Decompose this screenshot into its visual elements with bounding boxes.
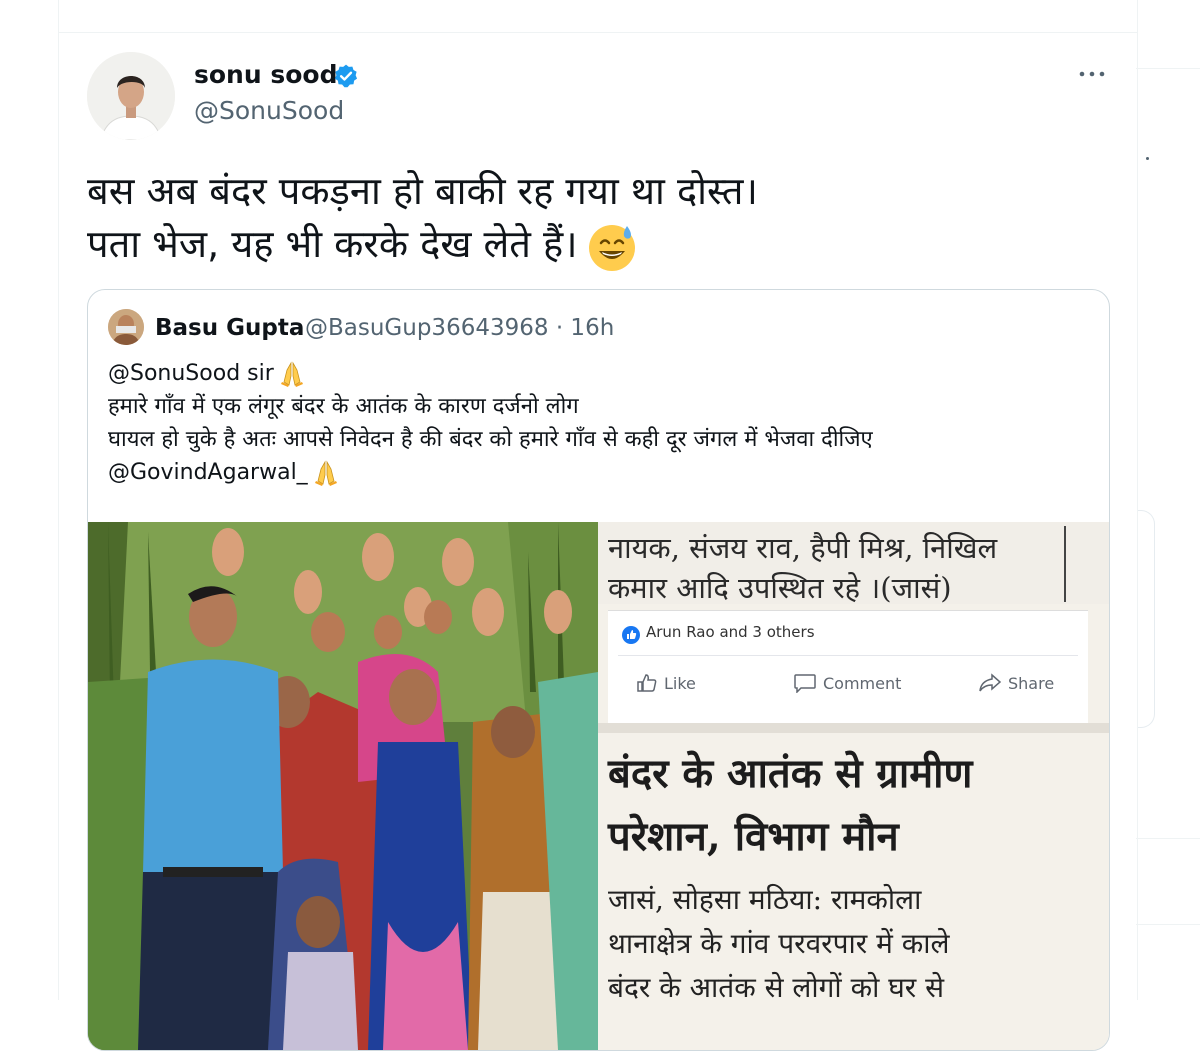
share-label: Share [1008, 673, 1055, 693]
quoted-text-line: घायल हो चुके है अतः आपसे निवेदन है की बं… [108, 427, 873, 452]
clipping-text: कमार आदि उपस्थित रहे ।(जासं) [608, 571, 952, 605]
quoted-text-line: @SonuSood sir [108, 357, 1098, 390]
share-action: Share [978, 673, 1054, 693]
author-name[interactable]: sonu sood [194, 60, 337, 90]
previous-tweet-edge [59, 0, 1137, 33]
thumbs-up-icon [637, 674, 657, 692]
more-horizontal-icon[interactable] [1076, 64, 1108, 84]
sidebar-dot [1146, 157, 1149, 160]
quoted-text-line: हमारे गाँव में एक लंगूर बंदर के आतंक के … [108, 394, 579, 419]
quoted-tweet-text: @SonuSood sir हमारे गाँव में एक लंगूर बं… [108, 357, 1098, 489]
like-badge-icon [622, 626, 640, 644]
like-label: Like [664, 673, 696, 693]
tweet-text-line: बस अब बंदर पकड़ना हो बाकी रह गया था दोस्… [87, 169, 758, 213]
tweet-text-line: पता भेज, यह भी करके देख लेते हैं। [87, 218, 1107, 273]
quoted-tweet-card[interactable]: Basu Gupta @BasuGup36643968 · 16h @SonuS… [87, 289, 1110, 1051]
clipping-separator [598, 723, 1109, 733]
clipping-body: बंदर के आतंक से लोगों को घर से [608, 971, 945, 1004]
clipping-top: नायक, संजय राव, हैपी मिश्र, निखिल कमार आ… [598, 522, 1109, 605]
tweet-text: बस अब बंदर पकड़ना हो बाकी रह गया था दोस्… [87, 165, 1107, 273]
mention-link[interactable]: @SonuSood sir [108, 361, 274, 386]
clipping-headline: परेशान, विभाग मौन [608, 813, 899, 860]
clipping-headline: बंदर के आतंक से ग्रामीण [608, 750, 973, 797]
clipping-body: थानाक्षेत्र के गांव परवरपार में काले [608, 927, 950, 960]
folded-hands-icon [314, 460, 337, 486]
tweet-text-line-content: पता भेज, यह भी करके देख लेते हैं। [87, 222, 578, 266]
sidebar-card-edge [1138, 510, 1155, 728]
quoted-author-meta[interactable]: @BasuGup36643968 · 16h [305, 315, 614, 341]
share-icon [979, 673, 1002, 692]
folded-hands-icon [280, 361, 303, 387]
comment-icon [794, 674, 816, 693]
facebook-post-bar: Arun Rao and 3 others Like Comment Share [608, 610, 1088, 723]
column-rule [1064, 526, 1066, 602]
grinning-face-with-sweat-icon [588, 224, 635, 271]
comment-label: Comment [823, 673, 902, 693]
clipping-body: जासं, सोहसा मठिया: रामकोला [608, 883, 922, 916]
author-avatar[interactable] [87, 52, 175, 140]
author-handle[interactable]: @SonuSood [194, 96, 344, 126]
divider [618, 655, 1078, 656]
newspaper-clipping[interactable]: नायक, संजय राव, हैपी मिश्र, निखिल कमार आ… [598, 522, 1109, 1050]
sidebar-divider [1136, 838, 1200, 839]
quoted-author-handle[interactable]: @BasuGup36643968 [305, 315, 549, 341]
villagers-photo[interactable] [88, 522, 598, 1050]
verified-badge-icon [334, 64, 358, 88]
sidebar-divider [1136, 924, 1200, 925]
quoted-author-avatar[interactable] [108, 309, 144, 345]
quoted-tweet-time[interactable]: · 16h [556, 315, 614, 341]
quoted-text-line: @GovindAgarwal_ [108, 456, 1098, 489]
clipping-text: नायक, संजय राव, हैपी मिश्र, निखिल [608, 531, 998, 565]
reactions-count: Arun Rao and 3 others [646, 623, 815, 641]
sidebar-divider [1136, 68, 1200, 69]
mention-link[interactable]: @GovindAgarwal_ [108, 460, 308, 485]
comment-action: Comment [793, 673, 901, 693]
quoted-author-name[interactable]: Basu Gupta [155, 315, 304, 341]
like-action: Like [636, 673, 696, 693]
